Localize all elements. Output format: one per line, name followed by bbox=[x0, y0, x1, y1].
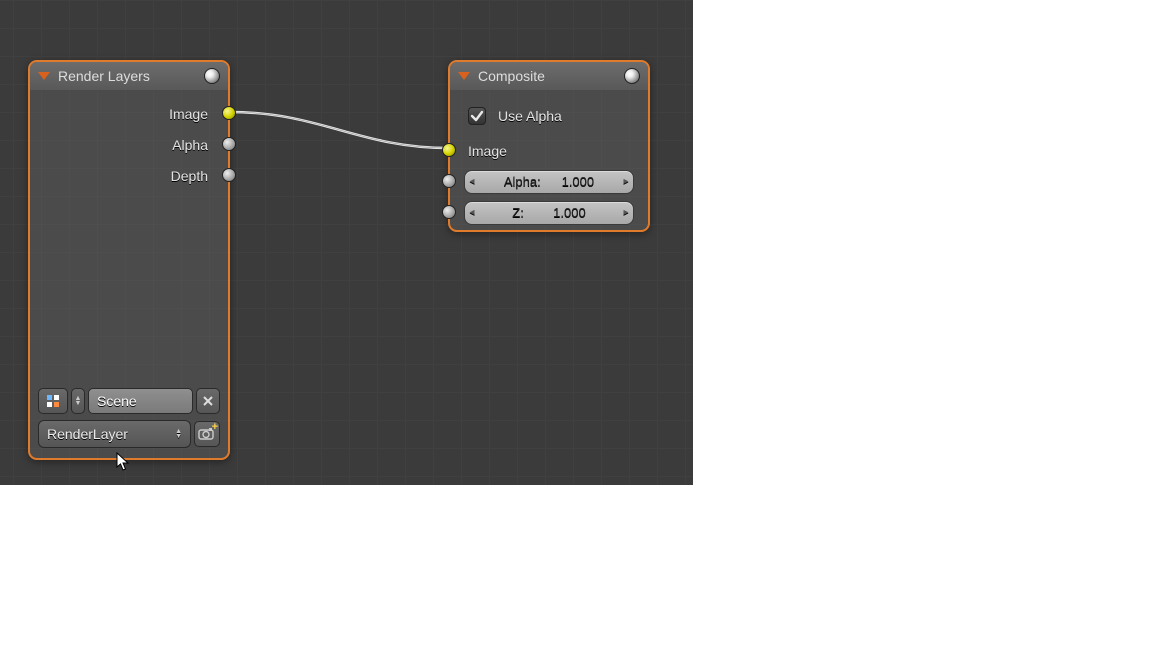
output-label: Depth bbox=[171, 168, 208, 184]
mouse-cursor-icon bbox=[116, 452, 130, 472]
decrement-icon[interactable]: ◂ bbox=[467, 207, 477, 218]
node-composite[interactable]: Composite Use Alpha Image ◂ Alpha: 1.000 bbox=[448, 60, 650, 232]
input-row-alpha: ◂ Alpha: 1.000 ▸ bbox=[464, 166, 634, 197]
scene-name-field[interactable]: Scene bbox=[88, 388, 193, 414]
node-title: Render Layers bbox=[58, 68, 150, 84]
node-render-layers[interactable]: Render Layers Image Alpha Depth bbox=[28, 60, 230, 460]
use-alpha-label: Use Alpha bbox=[498, 108, 562, 124]
input-socket-alpha[interactable] bbox=[442, 174, 456, 188]
increment-icon[interactable]: ▸ bbox=[621, 207, 631, 218]
renderlayer-label: RenderLayer bbox=[47, 426, 128, 442]
input-row-image: Image bbox=[464, 135, 634, 166]
collapse-icon[interactable] bbox=[38, 72, 50, 80]
increment-icon[interactable]: ▸ bbox=[621, 176, 631, 187]
decrement-icon[interactable]: ◂ bbox=[467, 176, 477, 187]
output-socket-depth[interactable] bbox=[222, 168, 236, 182]
z-field-label: Z: bbox=[506, 205, 524, 220]
preview-sphere-icon[interactable] bbox=[204, 68, 220, 84]
alpha-field-value: 1.000 bbox=[562, 174, 601, 189]
render-button[interactable]: + bbox=[194, 421, 220, 447]
scene-browse-button[interactable] bbox=[38, 388, 68, 414]
chevron-updown-icon: ▲▼ bbox=[175, 430, 182, 439]
output-row-image: Image bbox=[44, 98, 214, 129]
input-socket-z[interactable] bbox=[442, 205, 456, 219]
scene-name-text: Scene bbox=[97, 393, 137, 409]
alpha-number-field[interactable]: ◂ Alpha: 1.000 ▸ bbox=[464, 170, 634, 194]
alpha-field-label: Alpha: bbox=[498, 174, 541, 189]
plus-overlay-icon: + bbox=[212, 421, 218, 433]
z-number-field[interactable]: ◂ Z: 1.000 ▸ bbox=[464, 201, 634, 225]
node-editor-canvas[interactable]: Render Layers Image Alpha Depth bbox=[0, 0, 693, 485]
preview-sphere-icon[interactable] bbox=[624, 68, 640, 84]
z-field-value: 1.000 bbox=[553, 205, 592, 220]
scene-clear-button[interactable] bbox=[196, 388, 220, 414]
use-alpha-row: Use Alpha bbox=[464, 100, 634, 131]
renderlayer-dropdown[interactable]: RenderLayer ▲▼ bbox=[38, 420, 191, 448]
output-row-depth: Depth bbox=[44, 160, 214, 191]
scene-select-row: ▲▼ Scene bbox=[30, 384, 228, 418]
output-label: Alpha bbox=[172, 137, 208, 153]
input-socket-image[interactable] bbox=[442, 143, 456, 157]
collapse-icon[interactable] bbox=[458, 72, 470, 80]
use-alpha-checkbox[interactable] bbox=[468, 107, 486, 125]
input-row-z: ◂ Z: 1.000 ▸ bbox=[464, 197, 634, 228]
node-header[interactable]: Composite bbox=[450, 62, 648, 90]
output-socket-alpha[interactable] bbox=[222, 137, 236, 151]
output-label: Image bbox=[169, 106, 208, 122]
output-row-alpha: Alpha bbox=[44, 129, 214, 160]
node-header[interactable]: Render Layers bbox=[30, 62, 228, 90]
node-title: Composite bbox=[478, 68, 545, 84]
scene-updown-button[interactable]: ▲▼ bbox=[71, 388, 85, 414]
output-socket-image[interactable] bbox=[222, 106, 236, 120]
renderlayer-select-row: RenderLayer ▲▼ + bbox=[30, 418, 228, 452]
input-label-image: Image bbox=[464, 143, 507, 159]
